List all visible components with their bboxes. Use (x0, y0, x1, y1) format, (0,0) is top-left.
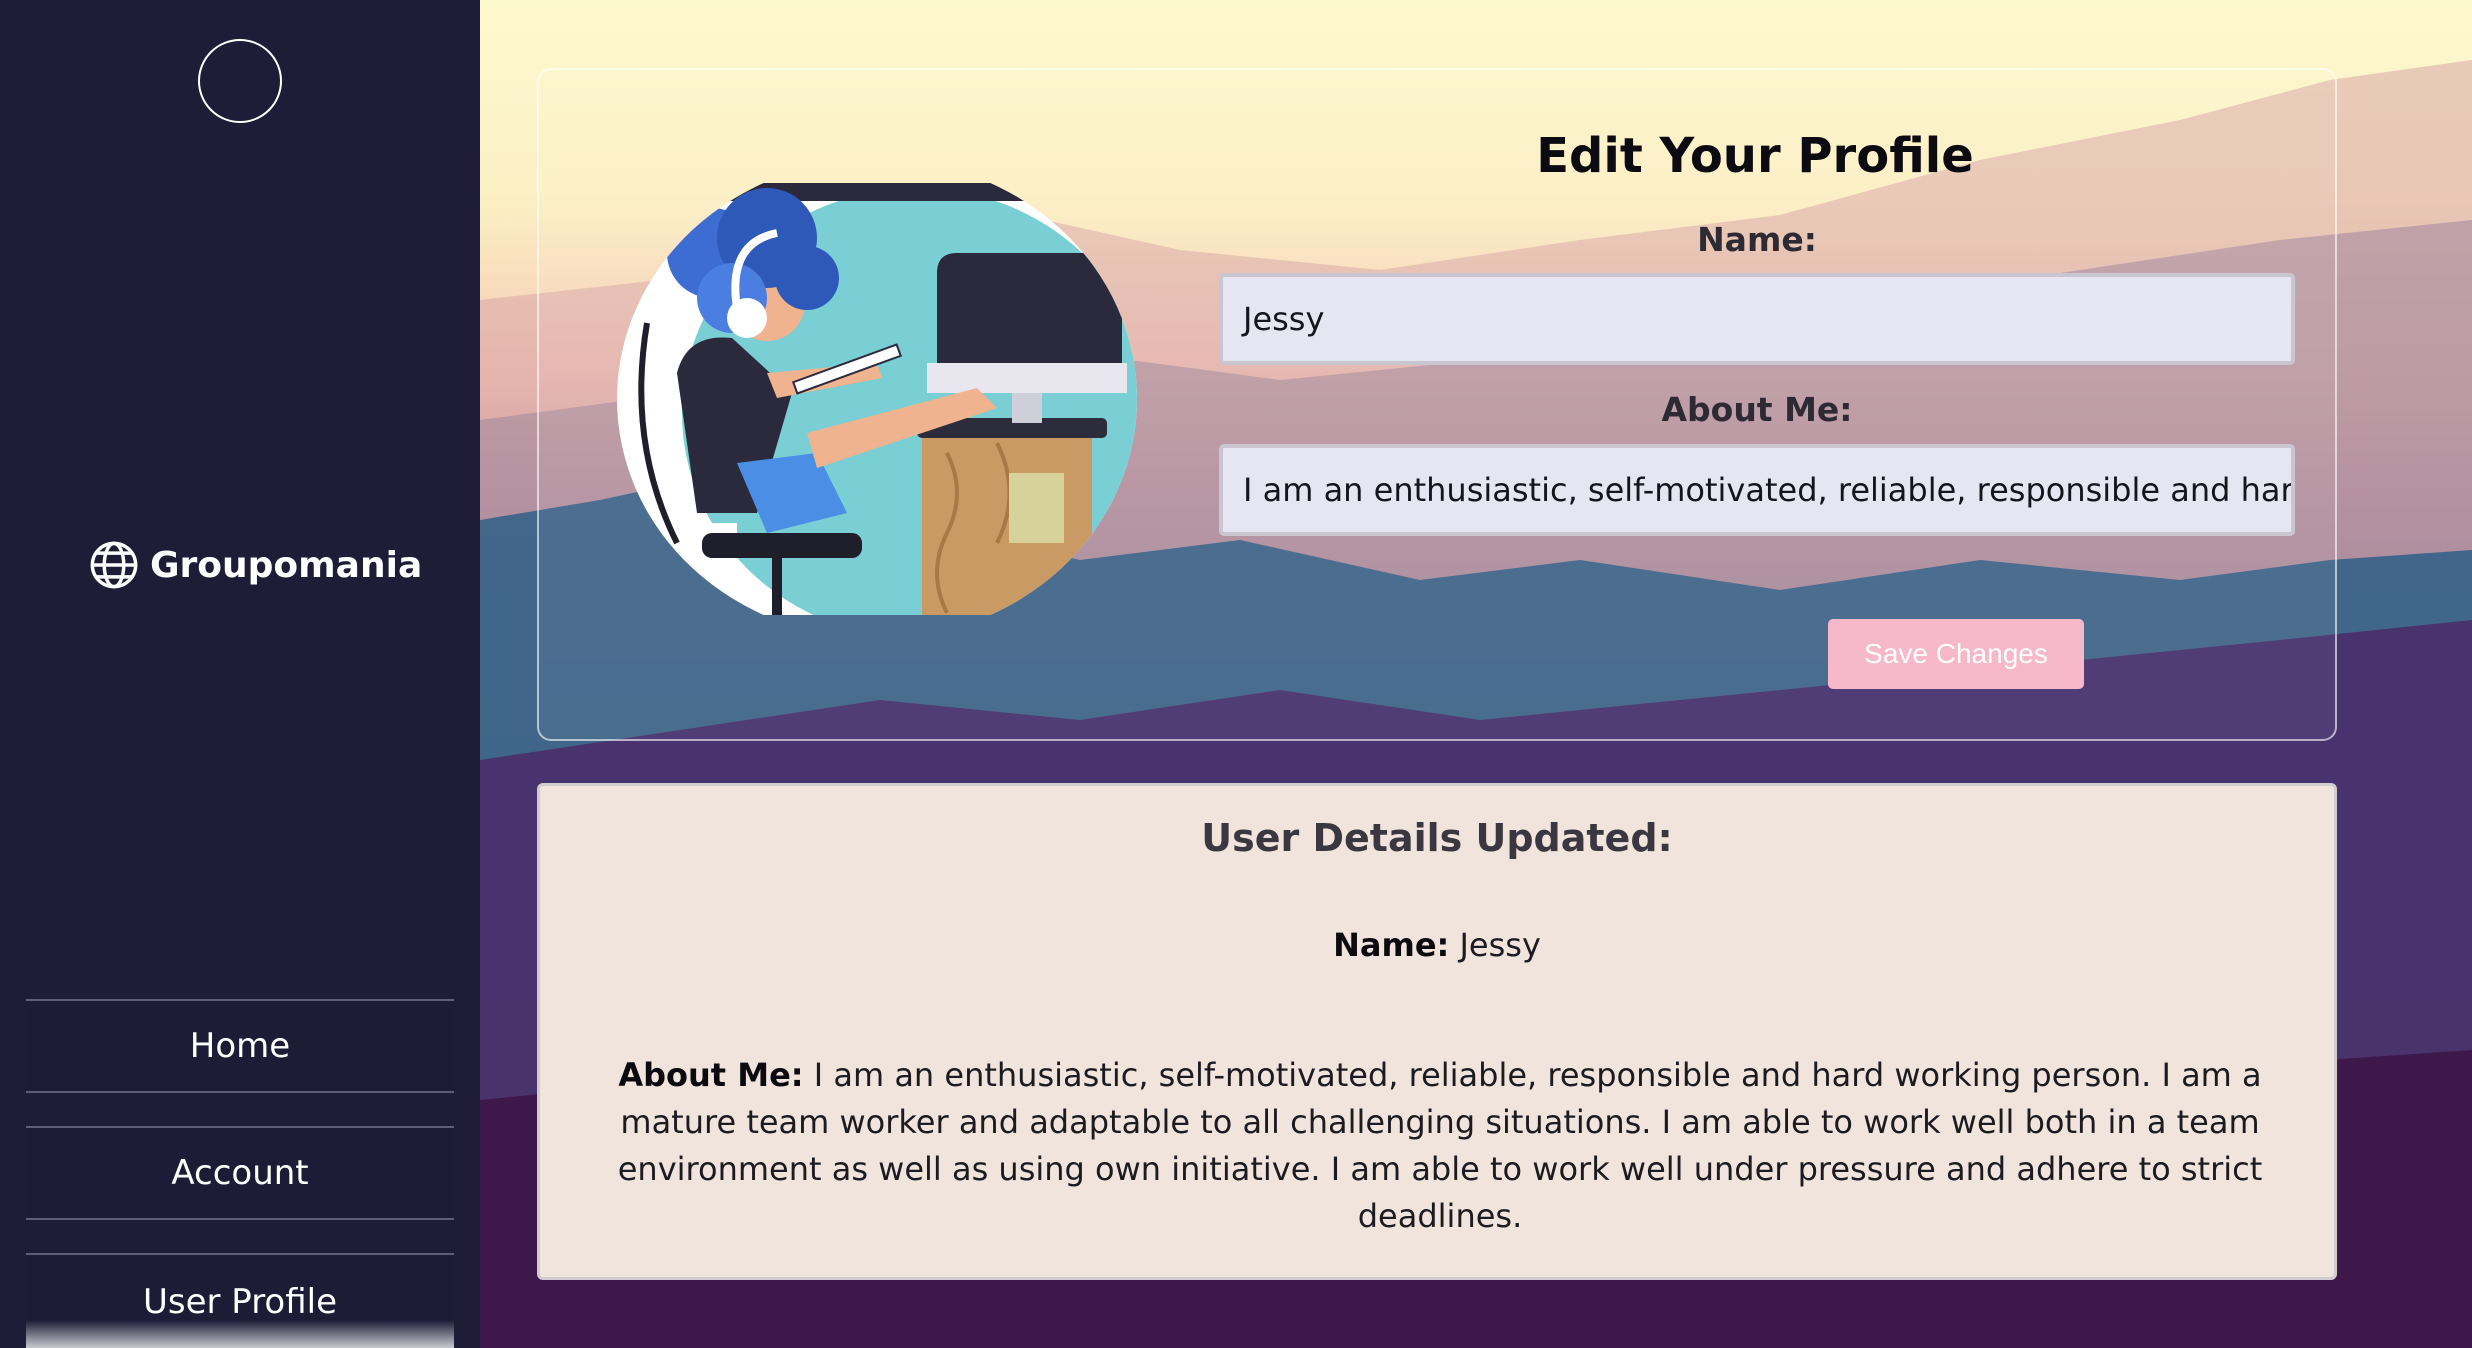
sidebar-item-account[interactable]: Account (26, 1126, 454, 1220)
about-me-field-value: I am an enthusiastic, self-motivated, re… (1243, 471, 2294, 509)
details-about-value: I am an enthusiastic, self-motivated, re… (617, 1056, 2263, 1235)
details-name: Name: Jessy (540, 926, 2334, 964)
about-me-field[interactable]: I am an enthusiastic, self-motivated, re… (1219, 444, 2295, 536)
details-name-value: Jessy (1459, 926, 1541, 964)
brand-name: Groupomania (150, 544, 423, 586)
user-details-card: User Details Updated: Name: Jessy About … (537, 783, 2337, 1280)
details-about-label: About Me: (618, 1056, 804, 1094)
name-field[interactable]: Jessy (1219, 273, 2295, 365)
save-changes-button[interactable]: Save Changes (1828, 619, 2084, 689)
sidebar-item-user-profile[interactable]: User Profile (26, 1253, 454, 1348)
sidebar-item-label: User Profile (142, 1281, 338, 1322)
sidebar-item-home[interactable]: Home (26, 999, 454, 1093)
details-name-label: Name: (1333, 926, 1450, 964)
name-field-value: Jessy (1243, 300, 1325, 338)
brand-logo[interactable]: Groupomania (88, 536, 422, 594)
sidebar-item-label: Home (189, 1026, 291, 1066)
about-me-label: About Me: (1661, 390, 1853, 429)
edit-profile-title: Edit Your Profile (1536, 128, 1974, 184)
details-title: User Details Updated: (1201, 816, 1673, 860)
name-label: Name: (1697, 220, 1817, 259)
sidebar: Groupomania Home Account User Profile (0, 0, 480, 1348)
profile-illustration (617, 183, 1137, 615)
sidebar-item-label: Account (171, 1153, 309, 1193)
details-about-me: About Me: I am an enthusiastic, self-mot… (610, 1052, 2270, 1240)
avatar[interactable] (198, 39, 282, 123)
globe-icon (90, 541, 138, 589)
